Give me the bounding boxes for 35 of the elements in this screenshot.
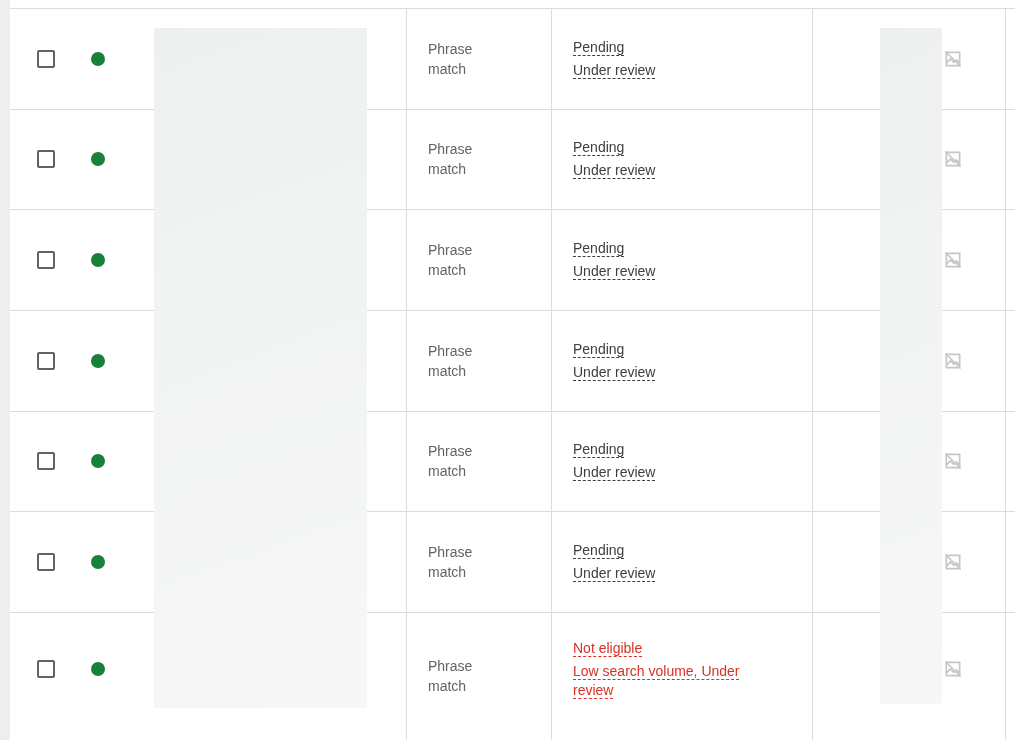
match-type: Phrase match [428, 241, 474, 281]
status-reason[interactable]: Under review [573, 60, 656, 80]
status-reason[interactable]: Low search volume, Under review [573, 661, 773, 700]
match-type: Phrase match [428, 543, 474, 583]
status-reason[interactable]: Under review [573, 362, 656, 382]
match-type: Phrase match [428, 341, 474, 381]
status-reason[interactable]: Under review [573, 161, 656, 181]
match-type: Phrase match [428, 140, 474, 180]
checkbox[interactable] [37, 553, 55, 572]
image-off-icon [943, 552, 963, 573]
status-label[interactable]: Not eligible [573, 638, 643, 658]
match-type: Phrase match [428, 657, 474, 697]
image-off-icon [943, 149, 963, 170]
status-label[interactable]: Pending [573, 239, 625, 259]
image-off-icon [943, 350, 963, 371]
checkbox[interactable] [37, 49, 55, 68]
status-reason[interactable]: Under review [573, 564, 656, 584]
image-off-icon [943, 451, 963, 472]
match-type: Phrase match [428, 39, 474, 79]
status-label[interactable]: Pending [573, 339, 625, 359]
status-reason[interactable]: Under review [573, 463, 656, 483]
checkbox[interactable] [37, 660, 55, 679]
status-label[interactable]: Pending [573, 138, 625, 158]
status-label[interactable]: Pending [573, 37, 625, 57]
status-label[interactable]: Pending [573, 541, 625, 561]
checkbox[interactable] [37, 452, 55, 471]
image-off-icon [943, 659, 963, 680]
checkbox[interactable] [37, 351, 55, 370]
status-reason[interactable]: Under review [573, 262, 656, 282]
match-type: Phrase match [428, 442, 474, 482]
checkbox[interactable] [37, 150, 55, 169]
status-label[interactable]: Pending [573, 440, 625, 460]
image-off-icon [943, 250, 963, 271]
image-off-icon [943, 48, 963, 69]
checkbox[interactable] [37, 251, 55, 270]
